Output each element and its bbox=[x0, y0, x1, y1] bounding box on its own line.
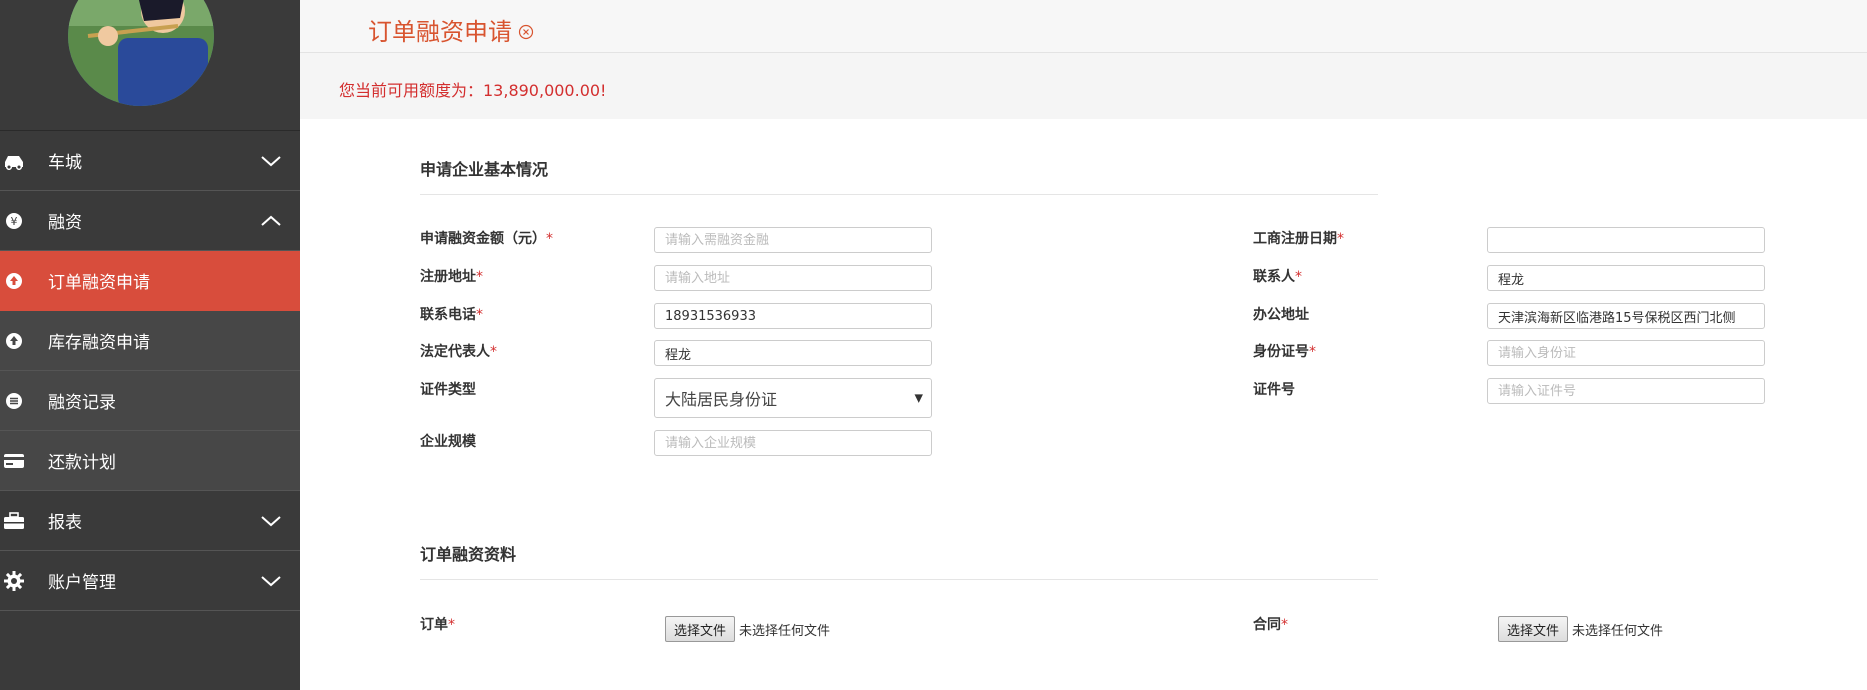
chevron-down-icon bbox=[261, 155, 281, 166]
section-title-basic-info: 申请企业基本情况 bbox=[420, 160, 549, 179]
main-content: 订单融资申请 您当前可用额度为：13,890,000.00! 申请企业基本情况 … bbox=[300, 0, 1867, 690]
sidebar-item-label: 融资记录 bbox=[48, 393, 116, 413]
list-circle-icon bbox=[2, 389, 26, 413]
sidebar-item-label: 报表 bbox=[48, 513, 82, 533]
amount-input[interactable] bbox=[654, 227, 932, 253]
label-cert-type: 证件类型 bbox=[420, 382, 476, 398]
sidebar: 车城 ¥ 融资 订单融资申请 库存融资申请 融资记录 还款计划 报表 账户管理 bbox=[0, 0, 300, 690]
sidebar-item-financing[interactable]: ¥ 融资 bbox=[0, 191, 300, 251]
label-cert-no: 证件号 bbox=[1253, 382, 1295, 398]
sidebar-item-label: 账户管理 bbox=[48, 573, 116, 593]
car-icon bbox=[2, 149, 26, 173]
card-icon bbox=[2, 449, 26, 473]
gear-icon bbox=[2, 569, 26, 593]
chevron-down-icon bbox=[261, 575, 281, 586]
available-credit-text: 您当前可用额度为：13,890,000.00! bbox=[339, 81, 607, 100]
sidebar-item-reports[interactable]: 报表 bbox=[0, 491, 300, 551]
label-phone: 联系电话* bbox=[420, 307, 483, 323]
avatar-image bbox=[68, 0, 214, 106]
sidebar-item-financing-records[interactable]: 融资记录 bbox=[0, 371, 300, 431]
contract-file-status: 未选择任何文件 bbox=[1572, 623, 1664, 639]
yen-icon: ¥ bbox=[2, 209, 26, 233]
label-amount: 申请融资金额（元）* bbox=[420, 231, 553, 247]
sidebar-item-label: 融资 bbox=[48, 213, 82, 233]
sidebar-item-repayment-plan[interactable]: 还款计划 bbox=[0, 431, 300, 491]
section-divider bbox=[420, 579, 1378, 580]
dropdown-arrow-icon: ▼ bbox=[914, 391, 923, 405]
label-order: 订单* bbox=[420, 617, 455, 633]
cert-no-input[interactable] bbox=[1487, 378, 1765, 404]
reg-address-input[interactable] bbox=[654, 265, 932, 291]
upload-circle-icon bbox=[2, 269, 26, 293]
section-divider bbox=[420, 194, 1378, 195]
phone-input[interactable] bbox=[654, 303, 932, 329]
cert-type-selected: 大陆居民身份证 bbox=[665, 390, 778, 409]
credit-notice: 您当前可用额度为：13,890,000.00! bbox=[300, 53, 1867, 119]
label-scale: 企业规模 bbox=[420, 434, 476, 450]
reg-date-input[interactable] bbox=[1487, 227, 1765, 253]
order-file-upload: 选择文件 未选择任何文件 bbox=[665, 616, 830, 642]
label-legal-rep: 法定代表人* bbox=[420, 344, 497, 360]
id-number-input[interactable] bbox=[1487, 340, 1765, 366]
label-contract: 合同* bbox=[1253, 617, 1288, 633]
contract-choose-file-button[interactable]: 选择文件 bbox=[1498, 616, 1569, 642]
sidebar-item-inventory-financing[interactable]: 库存融资申请 bbox=[0, 311, 300, 371]
sidebar-item-label: 车城 bbox=[48, 153, 82, 173]
label-reg-address: 注册地址* bbox=[420, 269, 483, 285]
sidebar-item-label: 订单融资申请 bbox=[48, 273, 150, 293]
sidebar-item-order-financing[interactable]: 订单融资申请 bbox=[0, 251, 300, 311]
section-title-order-docs: 订单融资资料 bbox=[420, 545, 517, 564]
sidebar-item-label: 还款计划 bbox=[48, 453, 116, 473]
contact-input[interactable] bbox=[1487, 265, 1765, 291]
close-icon[interactable] bbox=[518, 24, 534, 40]
order-choose-file-button[interactable]: 选择文件 bbox=[665, 616, 736, 642]
upload-circle-icon bbox=[2, 329, 26, 353]
scale-input[interactable] bbox=[654, 430, 932, 456]
chevron-down-icon bbox=[261, 515, 281, 526]
svg-text:¥: ¥ bbox=[11, 215, 18, 228]
label-id-number: 身份证号* bbox=[1253, 344, 1316, 360]
order-file-status: 未选择任何文件 bbox=[739, 623, 831, 639]
office-address-input[interactable] bbox=[1487, 303, 1765, 329]
page-title: 订单融资申请 bbox=[368, 18, 512, 46]
title-bar: 订单融资申请 bbox=[300, 0, 1867, 53]
sidebar-item-car-mall[interactable]: 车城 bbox=[0, 131, 300, 191]
label-office-address: 办公地址 bbox=[1253, 307, 1309, 323]
cert-type-select[interactable]: 大陆居民身份证 ▼ bbox=[654, 378, 932, 418]
avatar[interactable] bbox=[68, 0, 214, 106]
label-reg-date: 工商注册日期* bbox=[1253, 231, 1344, 247]
briefcase-icon bbox=[2, 509, 26, 533]
legal-rep-input[interactable] bbox=[654, 340, 932, 366]
sidebar-item-account-management[interactable]: 账户管理 bbox=[0, 551, 300, 611]
chevron-up-icon bbox=[261, 215, 281, 226]
sidebar-menu: 车城 ¥ 融资 订单融资申请 库存融资申请 融资记录 还款计划 报表 账户管理 bbox=[0, 130, 300, 611]
label-contact: 联系人* bbox=[1253, 269, 1302, 285]
sidebar-item-label: 库存融资申请 bbox=[48, 333, 150, 353]
contract-file-upload: 选择文件 未选择任何文件 bbox=[1498, 616, 1663, 642]
